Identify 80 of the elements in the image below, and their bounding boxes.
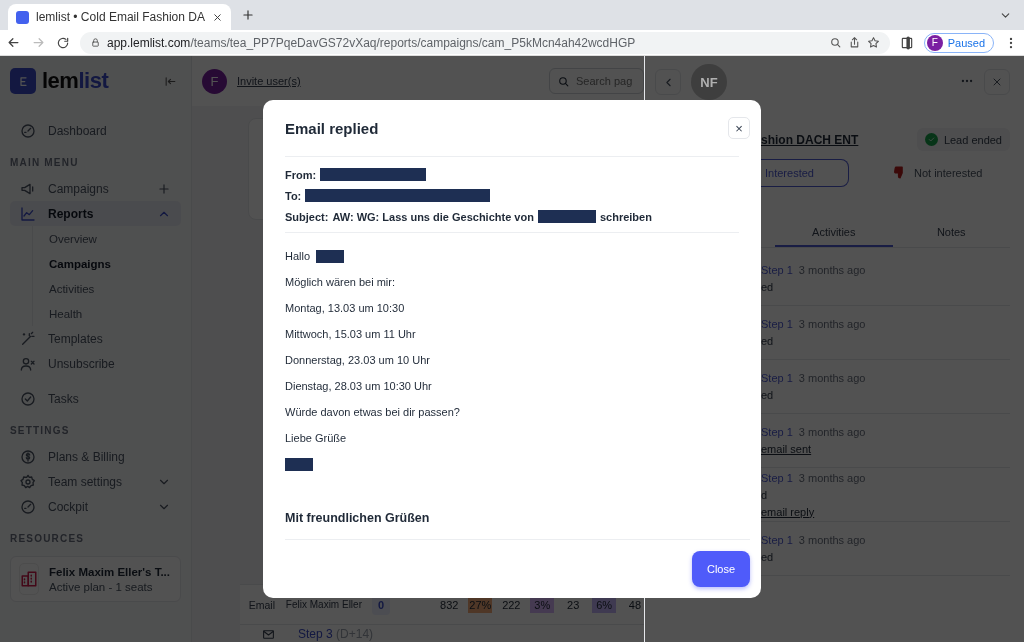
field-label: From: (285, 168, 317, 181)
lead-status-badge: Lead ended (916, 128, 1010, 151)
wand-icon (20, 330, 36, 347)
email-text: Montag, 13.03 um 10:30 (285, 302, 405, 314)
thumbs-down-icon (893, 165, 906, 179)
user-remove-icon (20, 355, 36, 372)
invite-link[interactable]: Invite user(s) (237, 75, 301, 87)
field-label: To: (285, 189, 302, 202)
table-cell: 832 (440, 598, 459, 611)
lock-icon (90, 37, 101, 48)
reload-button[interactable] (56, 35, 70, 50)
interested-button[interactable]: Interested (761, 159, 849, 187)
redaction-bar (537, 210, 596, 223)
email-text: Mittwoch, 15.03 um 11 Uhr (285, 328, 416, 340)
close-icon (211, 11, 223, 23)
dollar-icon (20, 448, 36, 465)
email-text: Hallo (285, 250, 311, 262)
dialog-title: Email replied (285, 119, 379, 137)
step-owner: Felix Maxim Eller (285, 599, 362, 610)
email-text: Möglich wären bei mir: (285, 276, 396, 288)
chart-icon (20, 205, 36, 222)
gauge-icon (20, 122, 36, 139)
redaction-bar (316, 249, 345, 263)
email-text: Mit freundlichen Grüßen (285, 511, 430, 525)
back-button[interactable] (6, 35, 21, 50)
browser-tab[interactable]: lemlist • Cold Email Fashion DA (8, 4, 231, 30)
close-button[interactable]: × (728, 117, 750, 139)
search-icon (828, 36, 842, 49)
field-label: Subject: (285, 210, 329, 223)
email-text: Liebe Grüße (285, 432, 347, 444)
arrow-left-icon (6, 35, 21, 50)
email-text: Dienstag, 28.03 um 10:30 Uhr (285, 380, 432, 392)
check-circle-icon (20, 390, 36, 407)
reload-icon (56, 35, 70, 50)
email-text: AW: WG: Lass uns die Geschichte von (332, 210, 534, 223)
nav-subitem[interactable]: Campaigns (33, 251, 181, 276)
forward-button[interactable] (31, 35, 46, 50)
email-text: Donnerstag, 23.03 um 10 Uhr (285, 354, 430, 366)
activity-link[interactable]: email reply (761, 505, 1010, 518)
star-icon (866, 36, 880, 49)
activity-status: ed (761, 335, 775, 347)
gauge-icon (20, 498, 36, 515)
campaign-link[interactable]: shion DACH ENT (761, 132, 859, 147)
panel-tab[interactable]: Activities (775, 222, 893, 247)
close-icon (991, 76, 1003, 88)
logo-text: lemlist (42, 68, 109, 94)
redaction-bar (285, 457, 313, 471)
search-icon (557, 75, 570, 88)
activity-link[interactable]: email sent (761, 443, 1010, 455)
table-cell-text: 48 (627, 598, 643, 611)
email-text: schreiben (599, 210, 652, 223)
table-cell-text: 23 (566, 598, 581, 611)
activity-status: ed (761, 551, 775, 563)
plus-icon (157, 181, 171, 196)
nav-item[interactable]: Reports (10, 201, 181, 226)
arrow-right-icon (31, 35, 46, 50)
url-text: app.lemlist.com/teams/tea_PP7PqeDavGS72vXaq/reports/campaigns/cam_P5kMcn4ah42wcdHGP (107, 35, 636, 50)
collapse-sidebar-button[interactable] (164, 74, 177, 88)
step-type: Email (248, 598, 276, 611)
close-button[interactable]: Close (692, 551, 750, 587)
collapse-icon (164, 74, 177, 88)
building-icon (20, 570, 38, 588)
activity-status: d (761, 488, 769, 501)
user-avatar[interactable]: F (202, 68, 227, 94)
activity-status: ed (761, 281, 775, 293)
not-interested-button[interactable]: Not interested (887, 164, 989, 182)
table-cell: 222 (502, 598, 521, 611)
activity-status: ed (761, 389, 775, 401)
app-favicon-icon (16, 10, 29, 24)
address-bar[interactable]: app.lemlist.com/teams/tea_PP7PqeDavGS72vXaq/reports/campaigns/cam_P5kMcn4ah42wcdHGP (80, 31, 890, 54)
plus-icon (240, 8, 255, 22)
settings-icon (20, 473, 36, 490)
side-panel-button[interactable] (899, 35, 914, 50)
profile-button[interactable]: F Paused (923, 32, 994, 53)
check-icon (926, 135, 936, 144)
mail-icon (261, 628, 275, 641)
side-panel-icon (899, 35, 914, 50)
lead-avatar: NF (691, 64, 727, 100)
email-text: Würde davon etwas bei dir passen? (285, 406, 460, 418)
panel-tab[interactable]: Notes (892, 222, 1010, 247)
